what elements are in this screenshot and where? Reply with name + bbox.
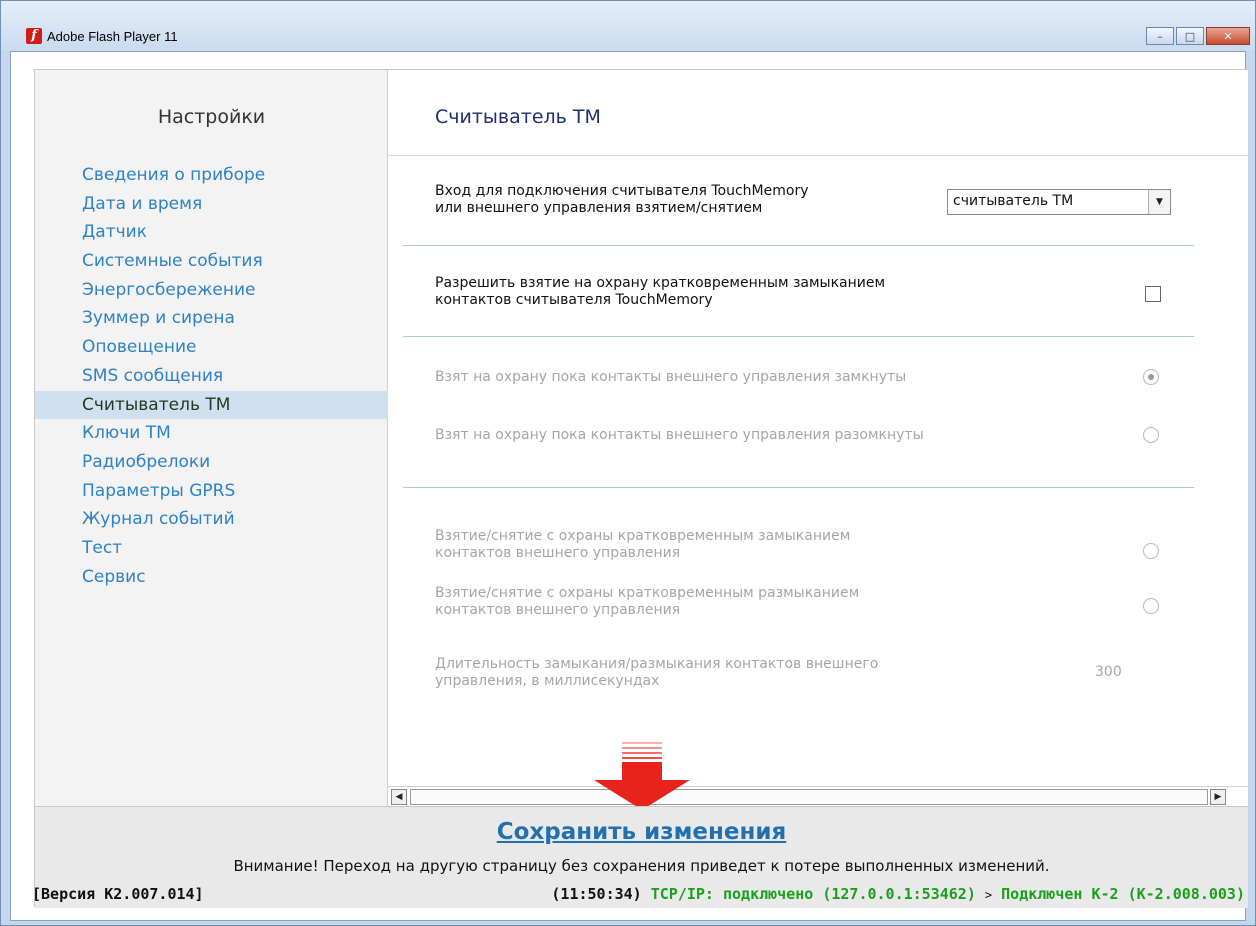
input-mode-value: считыватель ТМ [953,193,1074,209]
scroll-track[interactable] [410,789,1208,805]
status-time: (11:50:34) [551,885,642,903]
sidebar-item-event-log[interactable]: Журнал событий [35,505,388,534]
save-changes-link[interactable]: Сохранить изменения [35,819,1248,845]
input-label-line-1: Вход для подключения считывателя TouchMe… [435,183,809,199]
short-close-label-line-2: контактов внешнего управления [435,545,681,561]
allow-arm-label: Разрешить взятие на охрану кратковременн… [435,275,885,309]
short-open-label-line-1: Взятие/снятие с охраны кратковременным р… [435,585,860,601]
minimize-button[interactable]: – [1146,27,1174,45]
separator [403,336,1194,337]
input-mode-select[interactable]: считыватель ТМ ▼ [947,189,1171,215]
separator [403,245,1194,246]
close-button[interactable]: ✕ [1206,27,1250,45]
short-open-label: Взятие/снятие с охраны кратковременным р… [435,585,859,619]
client-area: Настройки Сведения о приборе Дата и врем… [10,51,1248,921]
allow-arm-label-line-2: контактов считывателя TouchMemory [435,292,713,308]
radio-armed-open[interactable] [1143,427,1159,443]
chevron-down-icon[interactable]: ▼ [1148,190,1170,214]
horizontal-scrollbar[interactable]: ◀ ▶ [388,786,1248,806]
device-status: Подключен К-2 (К-2.008.003) [1001,885,1245,903]
input-label-line-2: или внешнего управления взятием/снятием [435,200,763,216]
flash-player-icon: f [26,28,42,44]
radio-open-label: Взят на охрану пока контакты внешнего уп… [435,427,924,443]
radio-short-open[interactable] [1143,598,1159,614]
sidebar-item-tm-reader[interactable]: Считыватель ТМ [35,390,388,420]
sidebar-item-tm-keys[interactable]: Ключи ТМ [35,419,388,448]
title-bar[interactable]: f Adobe Flash Player 11 – □ ✕ [1,1,1255,51]
duration-label-line-1: Длительность замыкания/размыкания контак… [435,656,879,672]
sidebar-item-sensor[interactable]: Датчик [35,218,388,247]
allow-arm-checkbox[interactable] [1145,286,1161,302]
short-close-label: Взятие/снятие с охраны кратковременным з… [435,528,850,562]
status-bar: [Версия К2.007.014] (11:50:34) TCP/IP: п… [17,882,1253,904]
sidebar-item-gprs[interactable]: Параметры GPRS [35,477,388,506]
main-header: Считыватель ТМ [388,70,1248,156]
page-title: Считыватель ТМ [435,106,601,128]
version-label: [Версия К2.007.014] [32,885,204,903]
allow-arm-label-line-1: Разрешить взятие на охрану кратковременн… [435,275,886,291]
window-title: Adobe Flash Player 11 [47,29,178,44]
short-open-label-line-2: контактов внешнего управления [435,602,681,618]
short-close-label-line-1: Взятие/снятие с охраны кратковременным з… [435,528,851,544]
window-controls: – □ ✕ [1146,27,1250,45]
sidebar-item-sms[interactable]: SMS сообщения [35,362,388,391]
sidebar-item-test[interactable]: Тест [35,534,388,563]
sidebar-item-device-info[interactable]: Сведения о приборе [35,161,388,190]
tcp-status: TCP/IP: подключено (127.0.0.1:53462) [650,885,976,903]
duration-label-line-2: управления, в миллисекундах [435,673,660,689]
footer: Сохранить изменения Внимание! Переход на… [32,806,1248,908]
settings-frame: Настройки Сведения о приборе Дата и врем… [32,69,1248,908]
sidebar-item-service[interactable]: Сервис [35,563,388,592]
sidebar-item-buzzer-siren[interactable]: Зуммер и сирена [35,304,388,333]
sidebar-item-radio-fobs[interactable]: Радиобрелоки [35,448,388,477]
duration-label: Длительность замыкания/размыкания контак… [435,656,878,690]
radio-closed-label: Взят на охрану пока контакты внешнего уп… [435,369,907,385]
status-separator: > [984,888,993,902]
duration-value: 300 [1095,664,1122,680]
sidebar-item-power-saving[interactable]: Энергосбережение [35,276,388,305]
settings-content: Вход для подключения считывателя TouchMe… [388,156,1248,786]
input-label: Вход для подключения считывателя TouchMe… [435,183,809,217]
main-panel: Считыватель ТМ Вход для подключения счит… [388,70,1248,806]
unsaved-warning: Внимание! Переход на другую страницу без… [233,857,1050,875]
radio-short-close[interactable] [1143,543,1159,559]
sidebar: Настройки Сведения о приборе Дата и врем… [35,70,388,806]
connection-status: (11:50:34) TCP/IP: подключено (127.0.0.1… [551,885,1245,903]
separator [403,487,1194,488]
scroll-right-icon[interactable]: ▶ [1210,789,1226,805]
sidebar-nav: Сведения о приборе Дата и время Датчик С… [35,161,388,591]
app-window: f Adobe Flash Player 11 – □ ✕ Настройки … [0,0,1256,926]
sidebar-item-notification[interactable]: Оповещение [35,333,388,362]
save-arrow-icon [594,742,690,810]
maximize-button[interactable]: □ [1176,27,1204,45]
sidebar-item-system-events[interactable]: Системные события [35,247,388,276]
radio-armed-closed[interactable] [1143,369,1159,385]
sidebar-title: Настройки [157,106,266,128]
scroll-left-icon[interactable]: ◀ [391,789,407,805]
sidebar-item-date-time[interactable]: Дата и время [35,190,388,219]
